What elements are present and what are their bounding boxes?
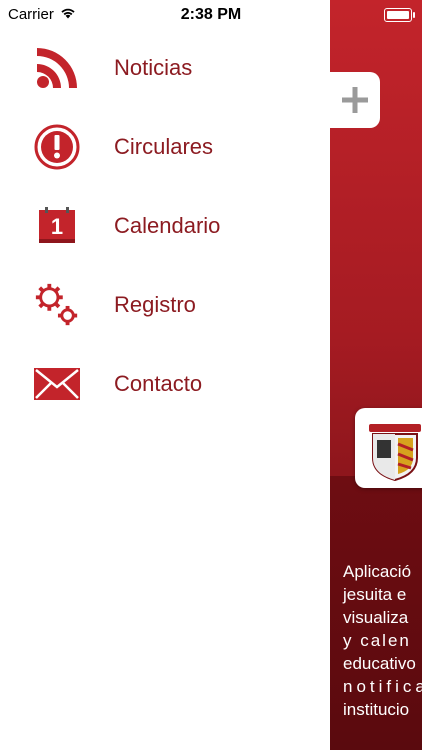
menu-item-calendario[interactable]: 1 Calendario: [0, 186, 330, 265]
battery-icon: [384, 8, 415, 22]
description-line: Aplicació: [343, 562, 412, 581]
description-line: jesuita e: [343, 585, 407, 604]
description-line: notifica: [343, 677, 422, 696]
description-line: educativo: [343, 654, 416, 673]
menu-item-label: Contacto: [114, 370, 203, 396]
add-button[interactable]: [330, 72, 380, 128]
school-logo: [355, 408, 422, 488]
alert-icon: [33, 123, 81, 171]
menu-item-label: Noticias: [114, 54, 193, 80]
description-line: institucio: [343, 700, 410, 719]
calendar-icon: 1: [33, 202, 81, 250]
crest-icon: [369, 424, 421, 482]
app-description: Aplicació jesuita e visualiza y calen ed…: [343, 560, 422, 721]
description-line: y calen: [343, 631, 411, 650]
calendar-day: 1: [51, 214, 63, 239]
side-menu: Noticias Circulares 1 Calendario Registr…: [0, 28, 330, 423]
menu-item-contacto[interactable]: Contacto: [0, 344, 330, 423]
gears-icon: [33, 281, 81, 329]
menu-item-label: Registro: [114, 291, 196, 317]
menu-item-label: Calendario: [114, 212, 221, 238]
plus-icon: [342, 87, 368, 113]
menu-item-registro[interactable]: Registro: [0, 265, 330, 344]
menu-item-noticias[interactable]: Noticias: [0, 28, 330, 107]
envelope-icon: [33, 360, 81, 408]
menu-item-label: Circulares: [114, 133, 214, 159]
rss-icon: [33, 44, 81, 92]
description-line: visualiza: [343, 608, 409, 627]
menu-item-circulares[interactable]: Circulares: [0, 107, 330, 186]
